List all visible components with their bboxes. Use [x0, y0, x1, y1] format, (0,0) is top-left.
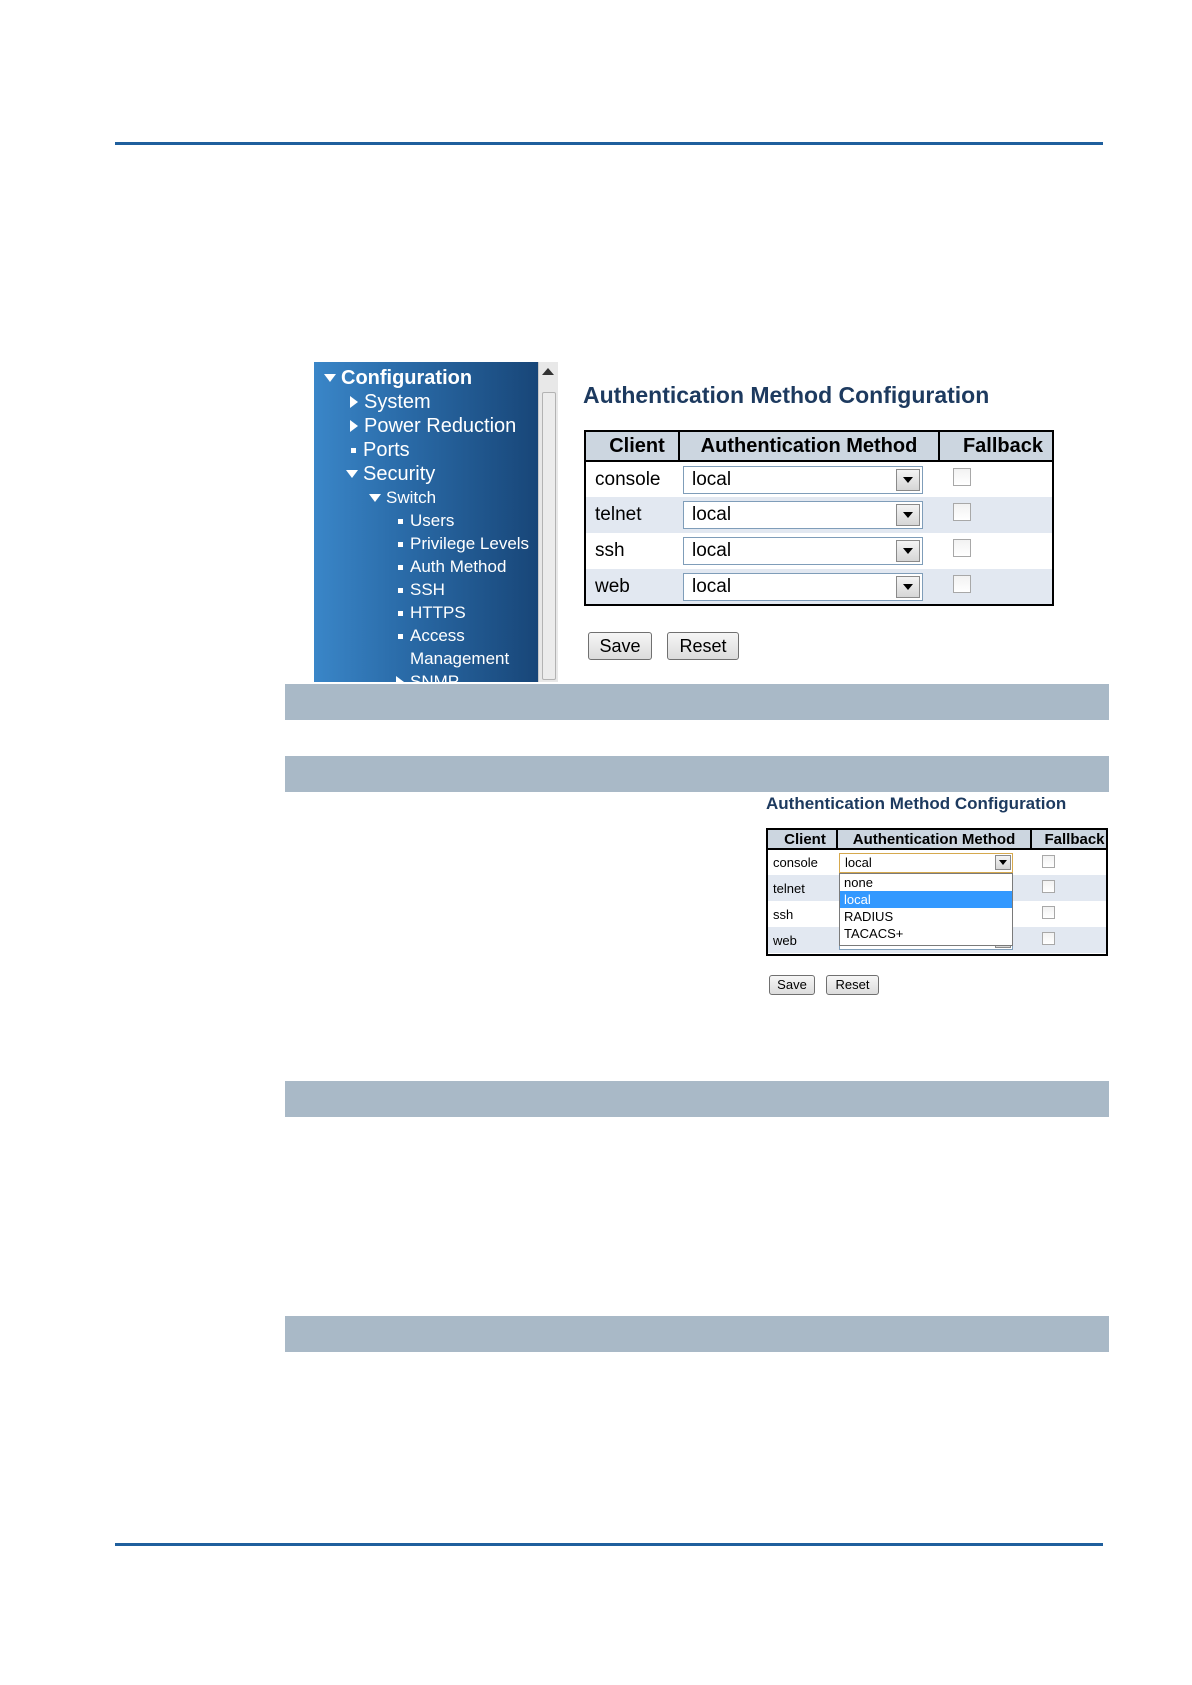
client-cell: web [767, 927, 837, 953]
header-client: Client [766, 828, 838, 850]
header-fallback: Fallback [1030, 828, 1108, 850]
dropdown-option-tacacs[interactable]: TACACS+ [840, 925, 1012, 942]
header-rule [115, 142, 1103, 145]
fallback-checkbox[interactable] [1042, 906, 1055, 919]
nav-access-management-line2[interactable]: Management [410, 647, 509, 671]
bullet-icon [398, 564, 403, 570]
fallback-checkbox[interactable] [953, 503, 971, 521]
chevron-down-icon[interactable] [896, 504, 920, 526]
scroll-up-arrow-icon[interactable] [542, 368, 554, 375]
nav-ssh[interactable]: SSH [398, 578, 445, 602]
auth-method-dropdown-screenshot: Authentication Method Configuration Clie… [763, 792, 1109, 997]
dropdown-option-radius[interactable]: RADIUS [840, 908, 1012, 925]
scroll-thumb[interactable] [542, 392, 556, 680]
fallback-checkbox[interactable] [953, 467, 971, 486]
auth-method-select[interactable]: local [683, 465, 923, 494]
reset-button[interactable]: Reset [667, 632, 739, 660]
page-title: Authentication Method Configuration [766, 794, 1067, 813]
auth-method-select[interactable]: local [683, 573, 923, 601]
collapse-icon [346, 470, 358, 478]
chevron-down-icon[interactable] [896, 540, 920, 562]
fallback-checkbox[interactable] [953, 575, 971, 593]
header-fallback: Fallback [938, 430, 1054, 462]
nav-privilege-levels[interactable]: Privilege Levels [398, 532, 529, 556]
client-cell: telnet [585, 497, 679, 533]
fallback-checkbox[interactable] [1042, 854, 1055, 868]
nav-system[interactable]: System [350, 390, 431, 414]
nav-ports[interactable]: Ports [351, 438, 410, 462]
section-bar [285, 1316, 1109, 1352]
table-row: ssh local [585, 533, 1053, 569]
fallback-checkbox[interactable] [953, 539, 971, 557]
dropdown-option-none[interactable]: none [840, 874, 1012, 891]
footer-rule [115, 1543, 1103, 1546]
client-cell: ssh [595, 540, 625, 561]
auth-method-table: Client Authentication Method Fallback co… [584, 430, 1054, 605]
fallback-checkbox[interactable] [1042, 880, 1055, 893]
save-button[interactable]: Save [769, 975, 815, 995]
nav-configuration[interactable]: Configuration [324, 366, 472, 390]
collapse-icon [324, 374, 336, 382]
auth-method-dropdown-list[interactable]: none local RADIUS TACACS+ [839, 873, 1013, 946]
reset-button[interactable]: Reset [826, 975, 879, 995]
bullet-icon [351, 447, 356, 453]
bullet-icon [398, 518, 403, 524]
bullet-icon [398, 587, 403, 593]
nav-snmp[interactable]: SNMP [396, 670, 459, 682]
auth-method-select[interactable]: local [683, 501, 923, 529]
table-row: console local [585, 461, 1053, 497]
table-row: web local [585, 569, 1053, 605]
expand-icon [350, 396, 358, 408]
chevron-down-icon[interactable] [896, 576, 920, 598]
header-client: Client [584, 430, 680, 462]
chevron-down-icon[interactable] [896, 468, 920, 491]
header-auth-method: Authentication Method [836, 828, 1032, 850]
header-auth-method: Authentication Method [678, 430, 940, 462]
bullet-icon [398, 610, 403, 616]
client-cell: console [773, 855, 818, 870]
section-bar [285, 684, 1109, 720]
section-bar [285, 756, 1109, 792]
expand-icon [396, 676, 404, 682]
nav-access-management[interactable]: Access [398, 624, 465, 648]
page-title: Authentication Method Configuration [583, 382, 990, 408]
dropdown-option-local[interactable]: local [840, 891, 1012, 908]
auth-method-select[interactable]: local [683, 537, 923, 565]
nav-scrollbar[interactable] [538, 362, 558, 682]
auth-method-select[interactable]: local [839, 852, 1013, 873]
nav-power-reduction[interactable]: Power Reduction [350, 414, 516, 438]
navigation-tree: Configuration System Power Reduction Por… [314, 362, 538, 682]
save-button[interactable]: Save [588, 632, 652, 660]
client-cell: ssh [773, 906, 794, 922]
client-cell: web [585, 569, 679, 605]
bullet-icon [398, 633, 403, 639]
chevron-down-icon[interactable] [995, 855, 1011, 870]
client-cell: console [595, 468, 661, 490]
nav-security[interactable]: Security [346, 462, 435, 486]
table-row: console local [767, 849, 1107, 875]
nav-auth-method[interactable]: Auth Method [398, 555, 506, 579]
fallback-checkbox[interactable] [1042, 932, 1055, 945]
table-row: telnet local [585, 497, 1053, 533]
section-bar [285, 1081, 1109, 1117]
bullet-icon [398, 541, 403, 547]
nav-https[interactable]: HTTPS [398, 601, 466, 625]
expand-icon [350, 420, 358, 432]
nav-users[interactable]: Users [398, 509, 454, 533]
auth-method-screenshot: Configuration System Power Reduction Por… [314, 362, 1059, 682]
nav-switch[interactable]: Switch [369, 486, 436, 510]
client-cell: telnet [767, 875, 837, 901]
collapse-icon [369, 494, 381, 502]
